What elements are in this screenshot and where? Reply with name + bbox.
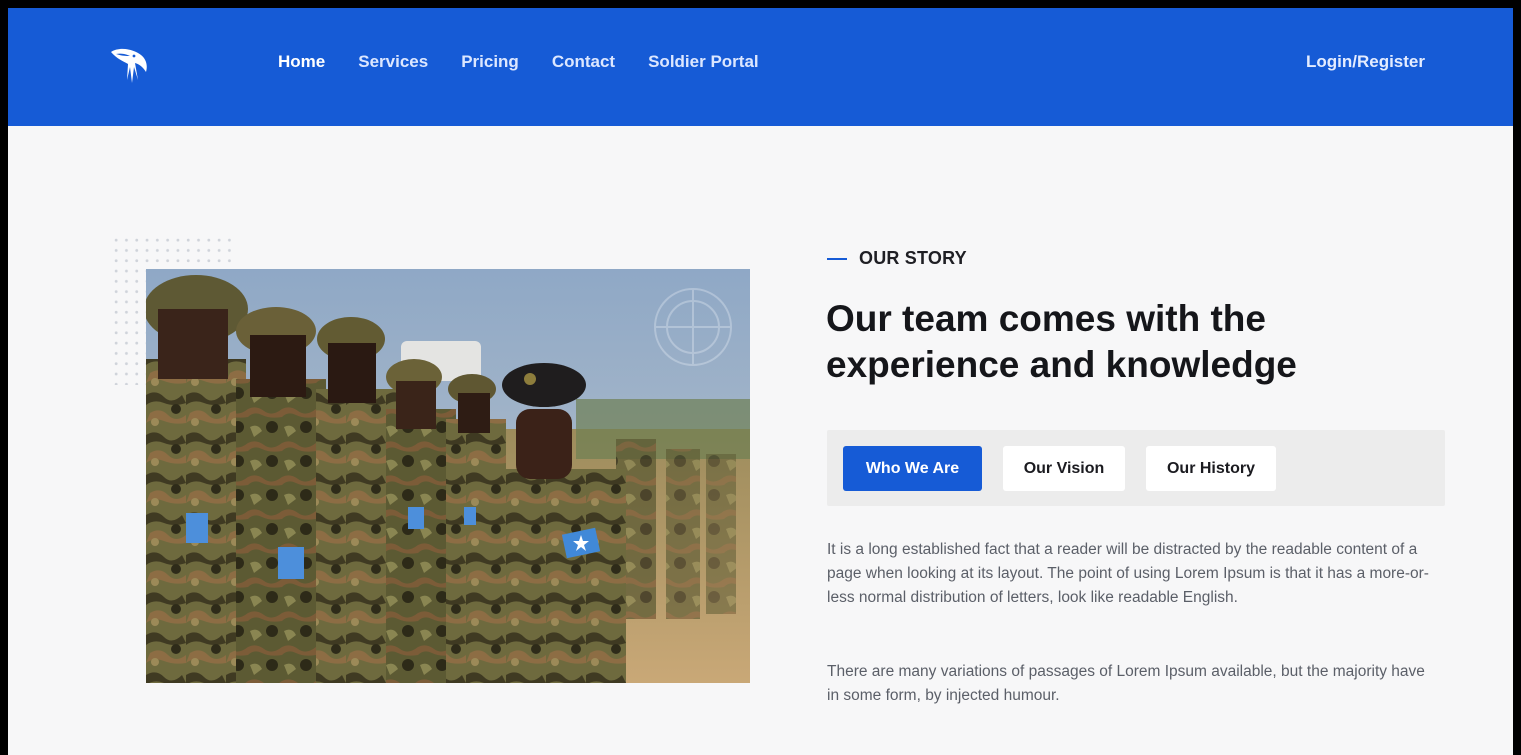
tab-who-we-are[interactable]: Who We Are bbox=[843, 446, 982, 491]
eagle-icon[interactable] bbox=[108, 45, 150, 85]
nav-contact[interactable]: Contact bbox=[552, 52, 615, 72]
nav-pricing[interactable]: Pricing bbox=[461, 52, 519, 72]
top-navbar: Home Services Pricing Contact Soldier Po… bbox=[8, 8, 1513, 126]
section-eyebrow: OUR STORY bbox=[827, 248, 967, 269]
soldiers-photo-illustration bbox=[146, 269, 750, 683]
story-tab-bar: Who We Are Our Vision Our History bbox=[827, 430, 1445, 506]
page-frame: Home Services Pricing Contact Soldier Po… bbox=[0, 0, 1521, 755]
tab-our-history[interactable]: Our History bbox=[1146, 446, 1276, 491]
tab-our-vision[interactable]: Our Vision bbox=[1003, 446, 1125, 491]
eyebrow-accent-line bbox=[827, 257, 847, 260]
section-heading: Our team comes with the experience and k… bbox=[826, 298, 1297, 385]
nav-soldier-portal[interactable]: Soldier Portal bbox=[648, 52, 759, 72]
story-paragraph-2: There are many variations of passages of… bbox=[827, 663, 1425, 704]
login-register-link[interactable]: Login/Register bbox=[1306, 52, 1425, 72]
soldiers-photo bbox=[146, 269, 750, 683]
eyebrow-label: OUR STORY bbox=[859, 248, 967, 268]
nav-services[interactable]: Services bbox=[358, 52, 428, 72]
main-nav: Home Services Pricing Contact Soldier Po… bbox=[278, 52, 792, 72]
nav-home[interactable]: Home bbox=[278, 52, 325, 72]
story-paragraph-1: It is a long established fact that a rea… bbox=[827, 541, 1429, 606]
